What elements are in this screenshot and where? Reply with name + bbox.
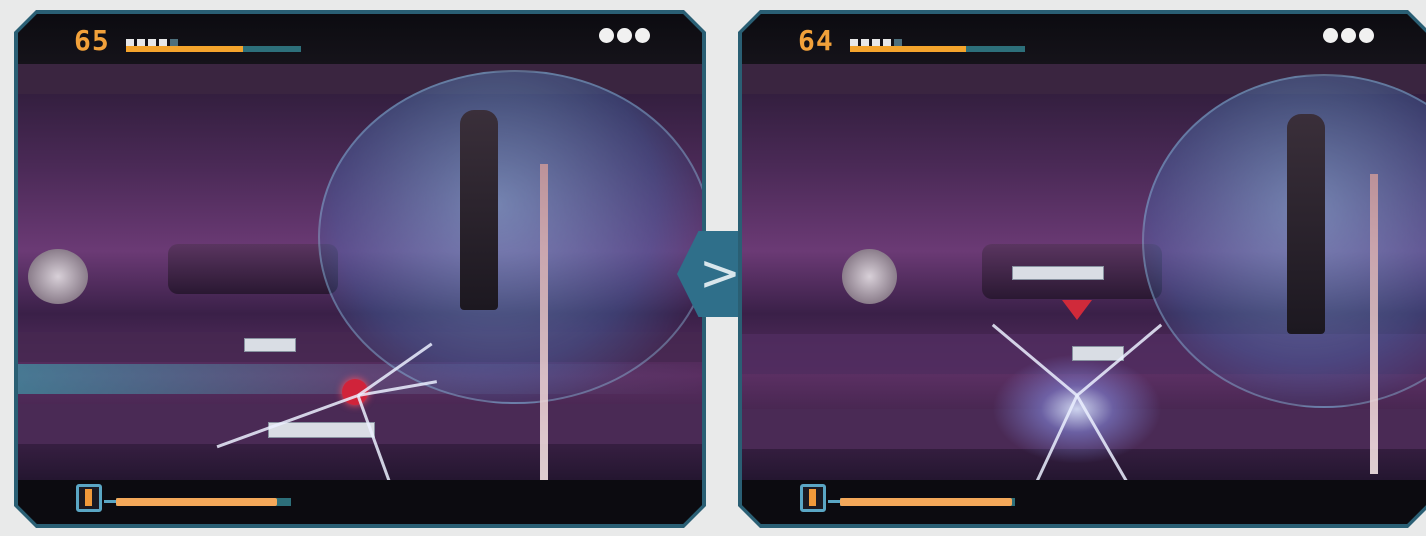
hud-top: 65 bbox=[18, 14, 702, 64]
laser-beam bbox=[1370, 174, 1378, 474]
life-orb-icon bbox=[1323, 28, 1338, 43]
armor-pip bbox=[850, 39, 858, 46]
player-character bbox=[1287, 114, 1325, 334]
counter-number: 64 bbox=[798, 24, 834, 57]
exclamation-ammo-icon bbox=[76, 484, 102, 512]
ammo-bar bbox=[116, 498, 291, 506]
pipe-valve bbox=[842, 249, 897, 304]
lives-indicator bbox=[596, 28, 650, 47]
game-viewport: 64 bbox=[742, 14, 1426, 524]
screenshot-frame-before: 65 bbox=[14, 10, 706, 528]
armor-pip bbox=[861, 39, 869, 46]
armor-pip bbox=[126, 39, 134, 46]
armor-pip bbox=[872, 39, 880, 46]
life-orb-icon bbox=[617, 28, 632, 43]
floor-plate bbox=[268, 422, 375, 438]
panel-light bbox=[244, 338, 296, 352]
game-scene bbox=[742, 64, 1426, 514]
ammo-bar-fill bbox=[840, 498, 1012, 506]
life-orb-icon bbox=[1359, 28, 1374, 43]
health-bar-fill bbox=[850, 46, 966, 52]
horizontal-pipe bbox=[168, 244, 338, 294]
panel-light bbox=[1072, 346, 1124, 361]
counter-number: 65 bbox=[74, 24, 110, 57]
floor-plate bbox=[1012, 266, 1104, 280]
armor-pip bbox=[137, 39, 145, 46]
health-bar bbox=[850, 46, 1025, 52]
armor-pip bbox=[148, 39, 156, 46]
ammo-connector bbox=[828, 500, 840, 503]
life-orb-icon bbox=[1341, 28, 1356, 43]
shield-bubble bbox=[318, 70, 702, 404]
health-bar-fill bbox=[126, 46, 244, 52]
life-orb-icon bbox=[599, 28, 614, 43]
ammo-connector bbox=[104, 500, 116, 503]
lives-indicator bbox=[1320, 28, 1374, 47]
game-viewport: 65 bbox=[18, 14, 702, 524]
armor-pip bbox=[883, 39, 891, 46]
game-scene bbox=[18, 64, 702, 509]
pipe-valve bbox=[28, 249, 88, 304]
health-pickup[interactable] bbox=[1062, 300, 1092, 320]
screenshot-frame-after: 64 bbox=[738, 10, 1426, 528]
life-orb-icon bbox=[635, 28, 650, 43]
exclamation-ammo-icon bbox=[800, 484, 826, 512]
ammo-bar bbox=[840, 498, 1015, 506]
light-burst bbox=[992, 354, 1162, 464]
ammo-bar-fill bbox=[116, 498, 277, 506]
laser-beam bbox=[540, 164, 548, 484]
player-character bbox=[460, 110, 498, 310]
armor-pip bbox=[894, 39, 902, 46]
hud-top: 64 bbox=[742, 14, 1426, 64]
health-bar bbox=[126, 46, 301, 52]
armor-pip bbox=[170, 39, 178, 46]
armor-pip bbox=[159, 39, 167, 46]
